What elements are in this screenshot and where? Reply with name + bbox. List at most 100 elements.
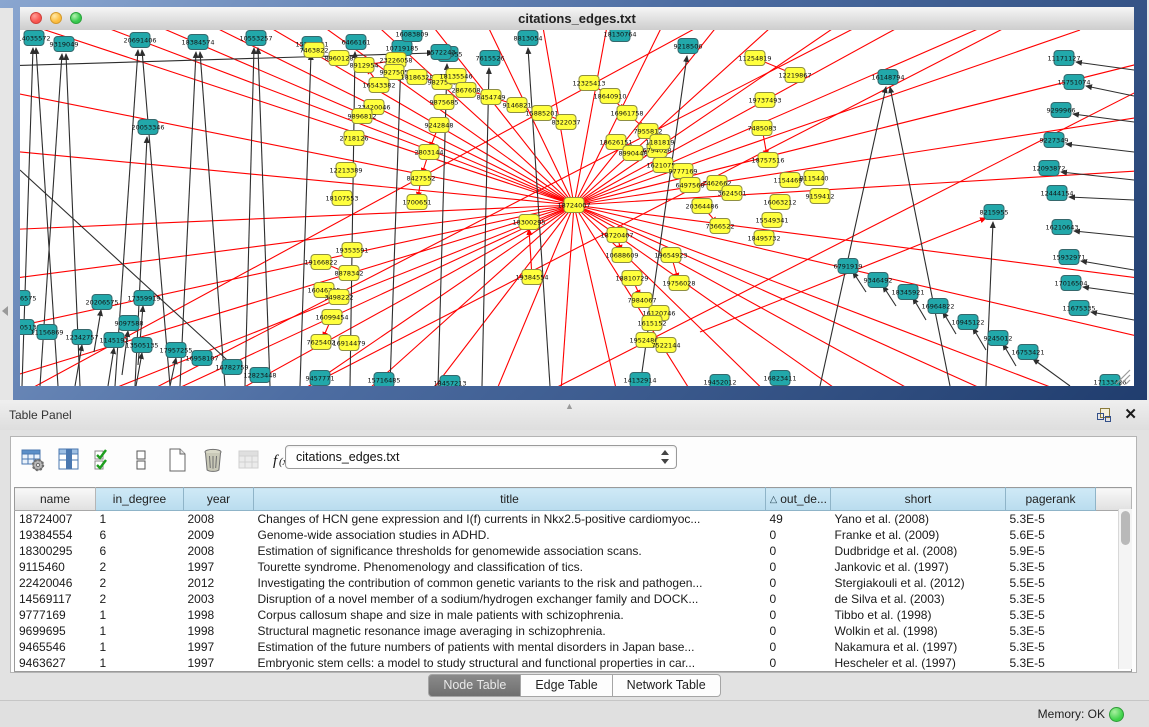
table-cell[interactable]: 2003: [184, 591, 254, 607]
table-cell[interactable]: 1: [96, 623, 184, 639]
table-cell[interactable]: 1998: [184, 607, 254, 623]
citation-edge-black[interactable]: [180, 52, 196, 386]
table-cell[interactable]: 1: [96, 607, 184, 623]
column-chooser-icon[interactable]: [55, 447, 82, 474]
table-cell[interactable]: 5.5E-5: [1006, 575, 1096, 591]
column-header-name[interactable]: name: [15, 488, 96, 511]
table-cell[interactable]: 0: [766, 559, 831, 575]
close-panel-icon[interactable]: ✕: [1124, 405, 1137, 425]
row-selection-icon[interactable]: [91, 447, 118, 474]
table-cell[interactable]: de Silva et al. (2003): [831, 591, 1006, 607]
scrollbar-thumb[interactable]: [1121, 511, 1130, 545]
citation-edge-red[interactable]: [20, 205, 574, 330]
float-panel-icon[interactable]: [1097, 408, 1111, 422]
citation-edge-red[interactable]: [180, 30, 574, 205]
table-mode-icon[interactable]: [19, 447, 46, 474]
citation-edge-black[interactable]: [1076, 62, 1134, 70]
column-header-title[interactable]: title: [254, 488, 766, 511]
table-cell[interactable]: 2008: [184, 543, 254, 559]
citation-edge-black[interactable]: [482, 68, 489, 386]
table-cell[interactable]: 2: [96, 575, 184, 591]
citation-edge-black[interactable]: [258, 48, 270, 386]
table-cell[interactable]: Disruption of a novel member of a sodium…: [254, 591, 766, 607]
table-row[interactable]: 946554611997Estimation of the future num…: [15, 639, 1132, 655]
citation-edge-black[interactable]: [170, 358, 176, 386]
table-row[interactable]: 2242004622012Investigating the contribut…: [15, 575, 1132, 591]
citation-edge-black[interactable]: [108, 348, 114, 386]
column-header-pagerank[interactable]: pagerank: [1006, 488, 1096, 511]
citation-edge-black[interactable]: [986, 222, 993, 386]
table-cell[interactable]: 5.3E-5: [1006, 511, 1096, 528]
panel-drag-handle[interactable]: ▲: [565, 401, 574, 411]
table-cell[interactable]: 5.3E-5: [1006, 639, 1096, 655]
table-cell[interactable]: Hescheler et al. (1997): [831, 655, 1006, 672]
table-cell[interactable]: 18300295: [15, 543, 96, 559]
new-table-icon[interactable]: [163, 447, 190, 474]
table-cell[interactable]: 49: [766, 511, 831, 528]
table-cell[interactable]: 5.3E-5: [1006, 655, 1096, 672]
table-cell[interactable]: Structural magnetic resonance image aver…: [254, 623, 766, 639]
citation-edge-black[interactable]: [1091, 312, 1134, 320]
table-cell[interactable]: 5.9E-5: [1006, 543, 1096, 559]
table-cell[interactable]: Embryonic stem cells: a model to study s…: [254, 655, 766, 672]
table-cell[interactable]: 0: [766, 623, 831, 639]
rows-icon[interactable]: [127, 447, 154, 474]
table-cell[interactable]: Franke et al. (2009): [831, 527, 1006, 543]
table-cell[interactable]: 5.3E-5: [1006, 607, 1096, 623]
table-cell[interactable]: 5.6E-5: [1006, 527, 1096, 543]
citation-edge-black[interactable]: [1086, 86, 1134, 96]
citation-edge-red[interactable]: [700, 218, 986, 332]
table-vertical-scrollbar[interactable]: [1118, 509, 1132, 669]
table-cell[interactable]: 9463627: [15, 655, 96, 672]
table-cell[interactable]: Stergiakouli et al. (2012): [831, 575, 1006, 591]
table-cell[interactable]: 9115460: [15, 559, 96, 575]
tab-edge-table[interactable]: Edge Table: [521, 674, 612, 697]
table-row[interactable]: 911546021997Tourette syndrome. Phenomeno…: [15, 559, 1132, 575]
citation-edge-red[interactable]: [20, 90, 574, 205]
table-cell[interactable]: Wolkin et al. (1998): [831, 623, 1006, 639]
table-cell[interactable]: 1: [96, 655, 184, 672]
citation-edge-black[interactable]: [1073, 114, 1134, 122]
table-cell[interactable]: 22420046: [15, 575, 96, 591]
table-cell[interactable]: Estimation of significance thresholds fo…: [254, 543, 766, 559]
table-cell[interactable]: 0: [766, 639, 831, 655]
column-header-in_degree[interactable]: in_degree: [96, 488, 184, 511]
table-cell[interactable]: 2008: [184, 511, 254, 528]
table-cell[interactable]: 19384554: [15, 527, 96, 543]
table-cell[interactable]: 0: [766, 543, 831, 559]
table-cell[interactable]: 1998: [184, 623, 254, 639]
table-row[interactable]: 1938455462009Genome-wide association stu…: [15, 527, 1132, 543]
table-cell[interactable]: 5.3E-5: [1006, 591, 1096, 607]
table-selector-dropdown[interactable]: citations_edges.txt: [285, 445, 677, 469]
table-cell[interactable]: Dudbridge et al. (2008): [831, 543, 1006, 559]
network-window-titlebar[interactable]: citations_edges.txt: [20, 7, 1134, 31]
table-cell[interactable]: Investigating the contribution of common…: [254, 575, 766, 591]
table-cell[interactable]: Tibbo et al. (1998): [831, 607, 1006, 623]
table-cell[interactable]: 2012: [184, 575, 254, 591]
table-cell[interactable]: Corpus callosum shape and size in male p…: [254, 607, 766, 623]
table-cell[interactable]: 2: [96, 559, 184, 575]
citation-edge-black[interactable]: [300, 54, 311, 386]
table-row[interactable]: 946362711997Embryonic stem cells: a mode…: [15, 655, 1132, 672]
table-row[interactable]: 977716911998Corpus callosum shape and si…: [15, 607, 1132, 623]
table-cell[interactable]: 0: [766, 575, 831, 591]
table-cell[interactable]: Tourette syndrome. Phenomenology and cla…: [254, 559, 766, 575]
column-header-out_de[interactable]: △out_de...: [766, 488, 831, 511]
table-cell[interactable]: Estimation of the future numbers of pati…: [254, 639, 766, 655]
citation-edge-black[interactable]: [1083, 287, 1134, 294]
citation-edge-black[interactable]: [390, 58, 401, 386]
tab-network-table[interactable]: Network Table: [613, 674, 721, 697]
table-cell[interactable]: 9699695: [15, 623, 96, 639]
table-row[interactable]: 969969511998Structural magnetic resonanc…: [15, 623, 1132, 639]
table-cell[interactable]: 5.3E-5: [1006, 623, 1096, 639]
memory-ok-indicator[interactable]: [1109, 707, 1124, 722]
table-cell[interactable]: 9777169: [15, 607, 96, 623]
table-cell[interactable]: Nakamura et al. (1997): [831, 639, 1006, 655]
column-header-short[interactable]: short: [831, 488, 1006, 511]
citation-edge-black[interactable]: [1069, 197, 1134, 200]
table-cell[interactable]: 2009: [184, 527, 254, 543]
table-cell[interactable]: 2: [96, 591, 184, 607]
table-cell[interactable]: 0: [766, 591, 831, 607]
table-cell[interactable]: 6: [96, 527, 184, 543]
table-cell[interactable]: 9465546: [15, 639, 96, 655]
